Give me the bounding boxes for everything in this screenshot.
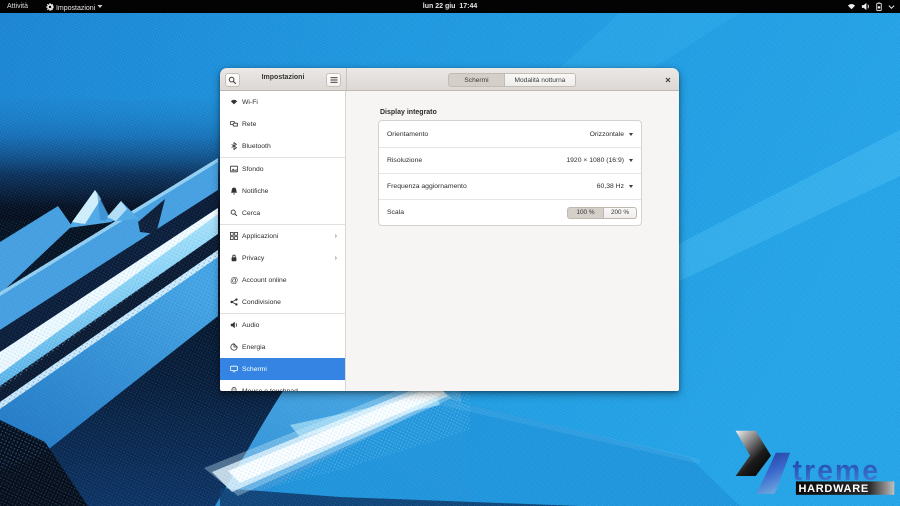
svg-text:HARDWARE: HARDWARE — [799, 483, 869, 495]
svg-text:@: @ — [230, 276, 238, 284]
